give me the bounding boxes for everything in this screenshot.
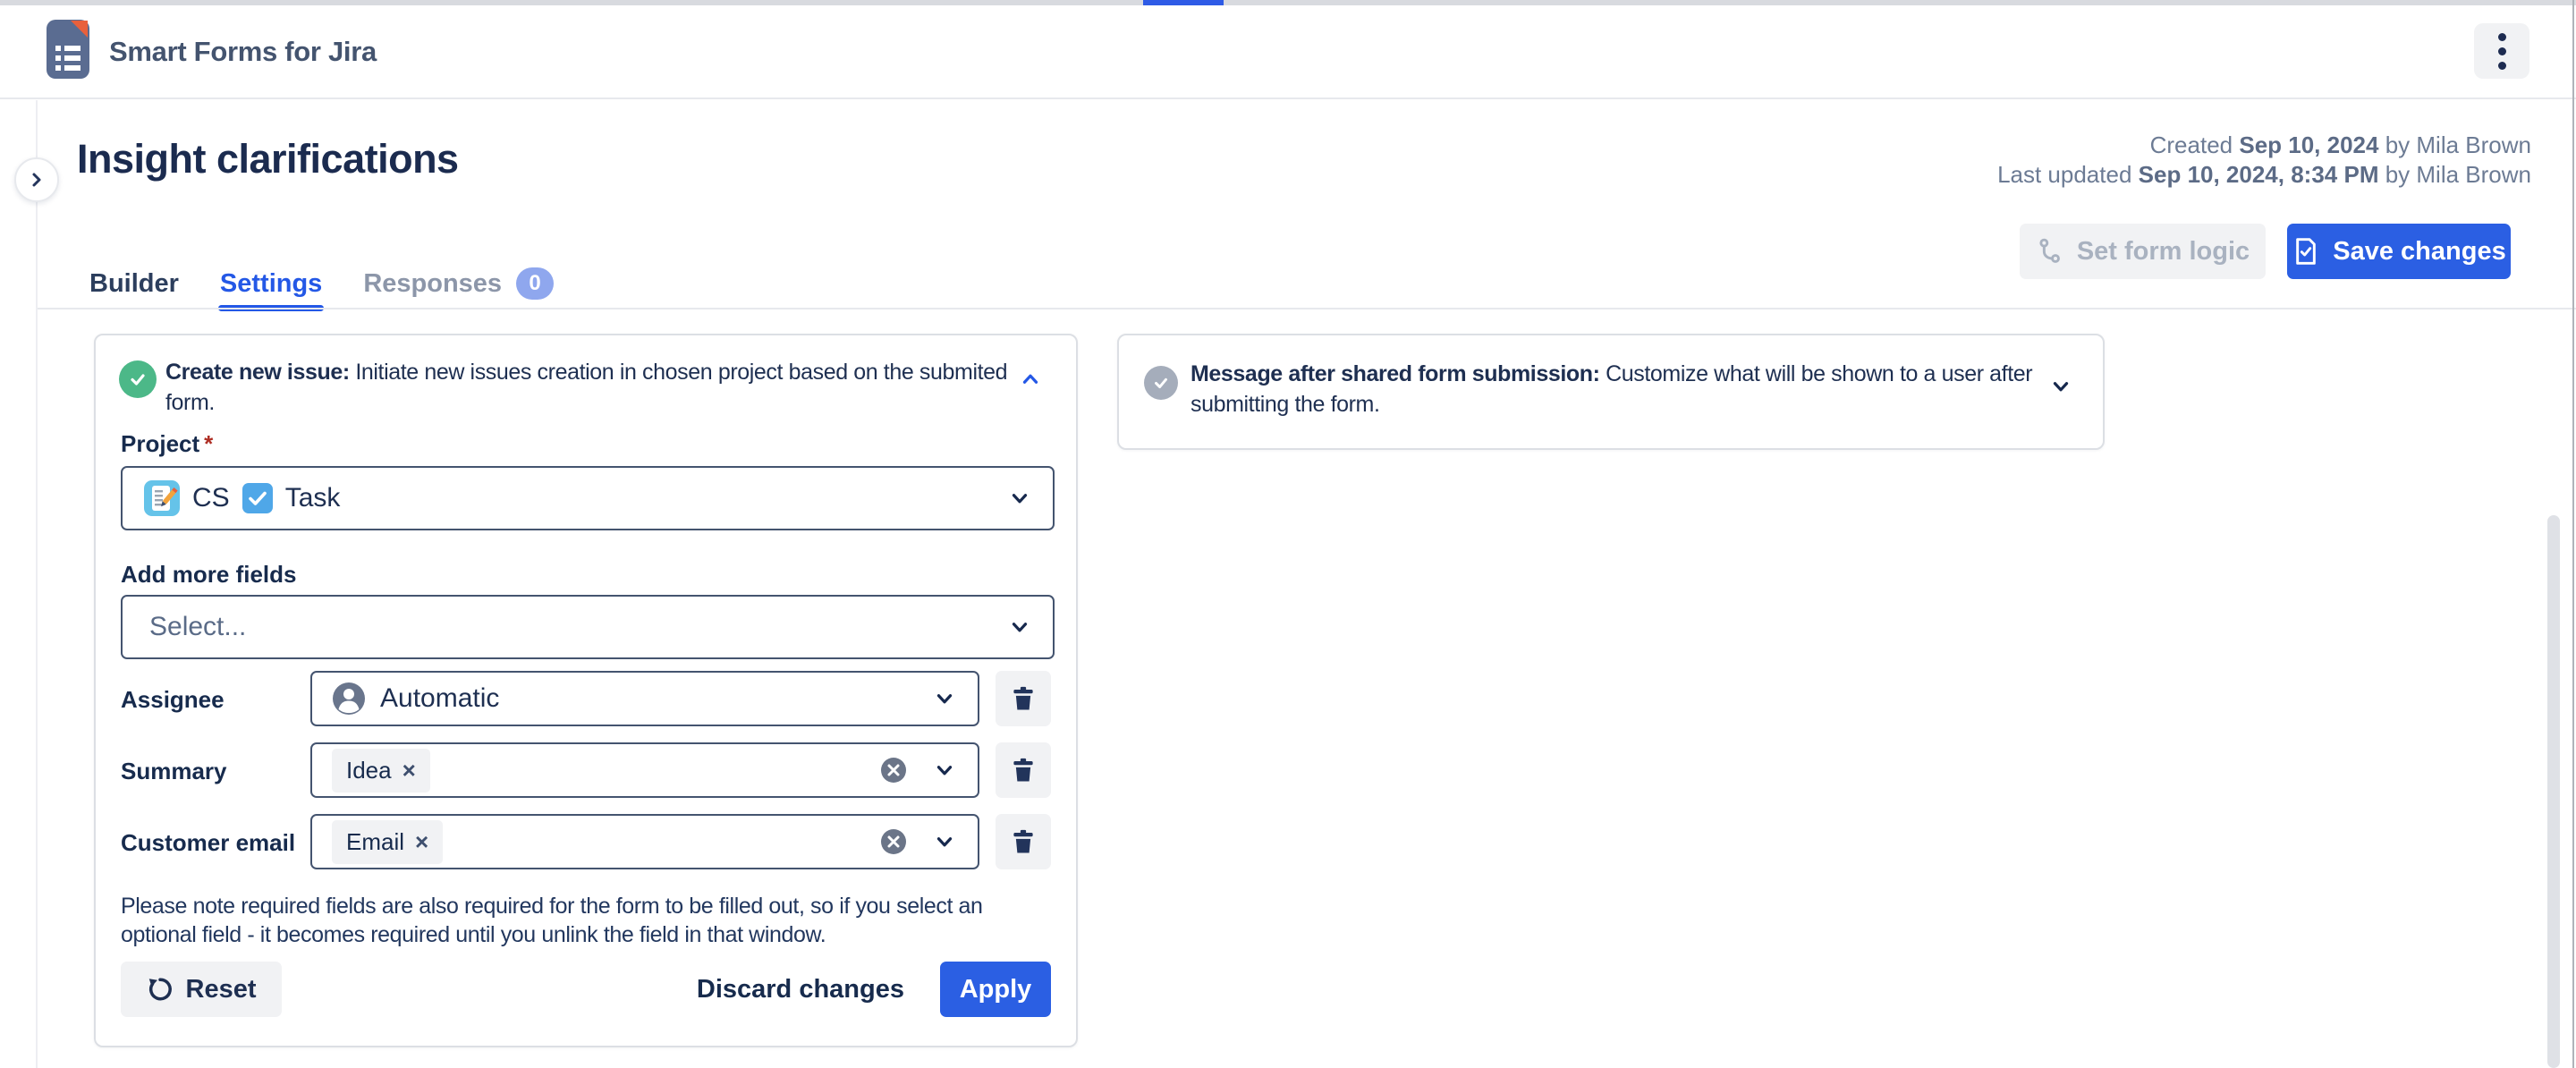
customer-email-label: Customer email bbox=[121, 829, 295, 857]
save-changes-label: Save changes bbox=[2333, 237, 2505, 267]
trash-icon bbox=[1010, 828, 1037, 855]
form-meta: Created Sep 10, 2024 by Mila Brown Last … bbox=[1997, 131, 2531, 190]
project-avatar-icon bbox=[144, 480, 180, 516]
kebab-dot bbox=[2498, 62, 2506, 70]
chevron-down-icon bbox=[933, 687, 956, 710]
remove-tag-icon[interactable]: × bbox=[415, 830, 428, 853]
set-form-logic-button[interactable]: Set form logic bbox=[2020, 224, 2266, 279]
remove-summary-button[interactable] bbox=[996, 742, 1051, 798]
discard-changes-button[interactable]: Discard changes bbox=[688, 962, 913, 1017]
chevron-down-icon bbox=[933, 830, 956, 853]
assignee-select[interactable]: Automatic bbox=[310, 671, 979, 726]
reset-icon bbox=[147, 976, 174, 1003]
summary-select[interactable]: Idea × bbox=[310, 742, 979, 798]
project-select[interactable]: CS Task bbox=[121, 466, 1055, 530]
summary-label: Summary bbox=[121, 758, 227, 785]
created-line: Created Sep 10, 2024 by Mila Brown bbox=[1997, 131, 2531, 160]
tabs-divider bbox=[38, 308, 2576, 309]
issue-type-name: Task bbox=[285, 483, 341, 513]
app-title: Smart Forms for Jira bbox=[109, 5, 377, 97]
disabled-check-icon bbox=[1144, 366, 1178, 400]
apply-button[interactable]: Apply bbox=[940, 962, 1051, 1017]
add-more-fields-select[interactable]: Select... bbox=[121, 595, 1055, 659]
sidebar-divider bbox=[36, 100, 38, 1068]
app-header: Smart Forms for Jira bbox=[0, 5, 2576, 99]
tab-builder[interactable]: Builder bbox=[89, 259, 179, 308]
project-label: Project* bbox=[121, 430, 213, 458]
message-after-submission-card: Message after shared form submission: Cu… bbox=[1117, 334, 2105, 450]
tab-settings[interactable]: Settings bbox=[220, 259, 322, 308]
remove-assignee-button[interactable] bbox=[996, 671, 1051, 726]
chevron-down-icon bbox=[1008, 487, 1031, 510]
app-window: Smart Forms for Jira Insight clarificati… bbox=[0, 0, 2576, 1068]
set-form-logic-label: Set form logic bbox=[2077, 237, 2250, 267]
card-footer: Reset Discard changes Apply bbox=[121, 962, 1051, 1017]
window-right-edge bbox=[2572, 0, 2574, 1068]
document-check-icon bbox=[2292, 237, 2320, 266]
customer-email-tag-label: Email bbox=[346, 828, 404, 856]
responses-count-badge: 0 bbox=[516, 267, 554, 300]
vertical-scrollbar-thumb[interactable] bbox=[2547, 515, 2560, 1068]
created-date: Sep 10, 2024 bbox=[2239, 131, 2378, 158]
page-title: Insight clarifications bbox=[77, 136, 459, 182]
clear-select-icon[interactable] bbox=[879, 756, 908, 784]
clear-select-icon[interactable] bbox=[879, 827, 908, 856]
kebab-dot bbox=[2498, 47, 2506, 55]
required-fields-note: Please note required fields are also req… bbox=[121, 892, 1056, 949]
expand-chevron-down-icon[interactable] bbox=[2049, 375, 2072, 398]
updated-line: Last updated Sep 10, 2024, 8:34 PM by Mi… bbox=[1997, 160, 2531, 190]
trash-icon bbox=[1010, 685, 1037, 712]
updated-date: Sep 10, 2024, 8:34 PM bbox=[2139, 161, 2379, 188]
form-actions: Set form logic Save changes bbox=[2020, 224, 2511, 279]
customer-email-tag: Email × bbox=[332, 820, 443, 864]
message-card-heading: Message after shared form submission: Cu… bbox=[1191, 359, 2035, 420]
required-asterisk: * bbox=[204, 430, 213, 457]
smart-forms-logo-icon bbox=[47, 20, 89, 79]
reset-label: Reset bbox=[186, 975, 257, 1004]
message-card-heading-bold: Message after shared form submission: bbox=[1191, 361, 1600, 386]
customer-email-select[interactable]: Email × bbox=[310, 814, 979, 869]
avatar-icon bbox=[332, 682, 366, 716]
tab-responses-label: Responses bbox=[363, 269, 502, 299]
tab-responses[interactable]: Responses 0 bbox=[363, 259, 554, 308]
reset-button[interactable]: Reset bbox=[121, 962, 282, 1017]
tab-bar: Builder Settings Responses 0 bbox=[89, 259, 554, 308]
assignee-label: Assignee bbox=[121, 686, 225, 714]
remove-tag-icon[interactable]: × bbox=[402, 759, 416, 782]
create-issue-heading-bold: Create new issue: bbox=[165, 360, 350, 385]
collapse-chevron-up-icon[interactable] bbox=[1019, 368, 1042, 391]
sidebar-expand-button[interactable] bbox=[14, 157, 59, 202]
trash-icon bbox=[1010, 757, 1037, 784]
enabled-check-icon bbox=[119, 360, 157, 398]
more-menu-button[interactable] bbox=[2474, 23, 2529, 79]
save-changes-button[interactable]: Save changes bbox=[2287, 224, 2511, 279]
project-key: CS bbox=[192, 483, 230, 513]
kebab-dot bbox=[2498, 33, 2506, 41]
chevron-down-icon bbox=[1008, 615, 1031, 639]
chevron-down-icon bbox=[933, 759, 956, 782]
branch-icon bbox=[2036, 237, 2064, 266]
summary-tag: Idea × bbox=[332, 749, 430, 793]
assignee-value: Automatic bbox=[380, 683, 499, 714]
add-more-fields-label: Add more fields bbox=[121, 561, 296, 589]
select-placeholder: Select... bbox=[149, 612, 246, 642]
chevron-right-icon bbox=[28, 171, 46, 189]
summary-tag-label: Idea bbox=[346, 757, 392, 784]
create-new-issue-card: Create new issue: Initiate new issues cr… bbox=[94, 334, 1078, 1047]
task-type-icon bbox=[242, 483, 273, 513]
remove-customer-email-button[interactable] bbox=[996, 814, 1051, 869]
create-issue-heading: Create new issue: Initiate new issues cr… bbox=[165, 357, 1017, 418]
